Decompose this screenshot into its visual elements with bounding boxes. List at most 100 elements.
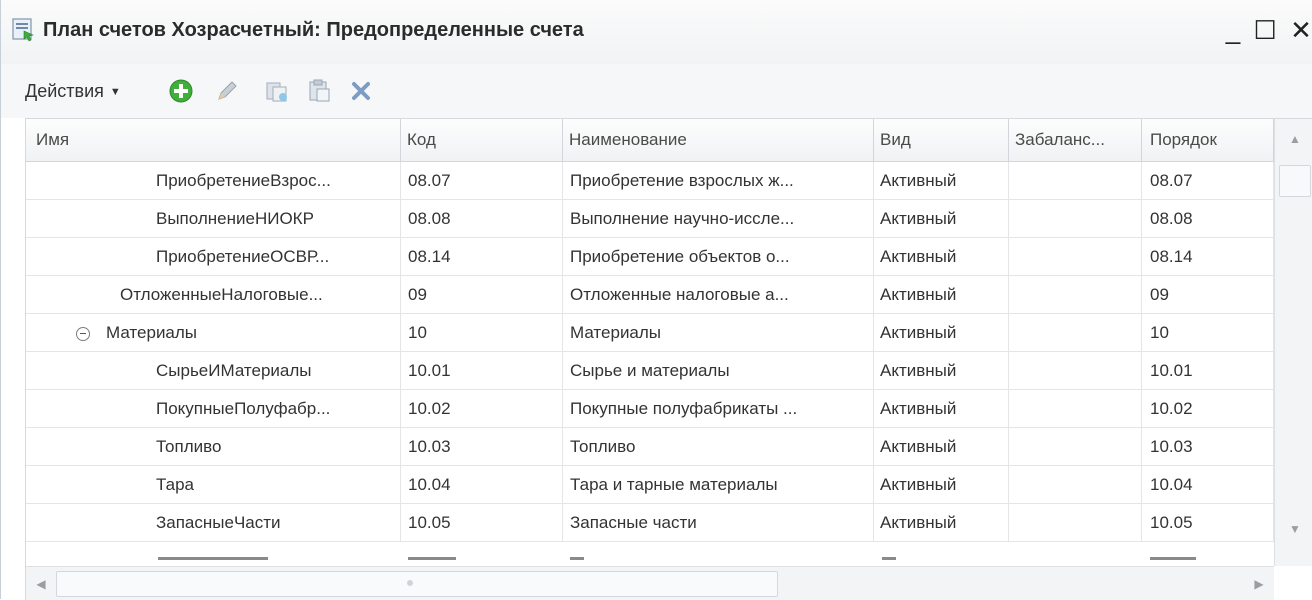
cell-off-balance [1009, 314, 1142, 351]
account-name: Топливо [156, 437, 222, 456]
scroll-right-icon[interactable]: ▶ [1244, 567, 1274, 600]
catalog-icon [12, 18, 34, 42]
copy-icon[interactable] [263, 77, 291, 105]
cell-kind: Активный [874, 428, 1009, 465]
table-row[interactable]: ВыполнениеНИОКР 08.08 Выполнение научно-ис… [26, 200, 1274, 238]
clipped-text [1150, 557, 1196, 560]
table-row[interactable]: ОтложенныеНалоговые... 09 Отложенные налог… [26, 276, 1274, 314]
account-name: ЗапасныеЧасти [156, 513, 281, 532]
table-row[interactable]: ЗапасныеЧасти 10.05 Запасные части Активный… [26, 504, 1274, 542]
cell-order: 10.01 [1142, 352, 1274, 389]
clipped-text [882, 557, 896, 560]
paste-icon[interactable] [305, 77, 333, 105]
table-header: Имя Код Наименование Вид Забаланс... Пор… [26, 119, 1312, 162]
column-header-order[interactable]: Порядок [1142, 119, 1274, 161]
cell-name: Топливо [26, 428, 401, 465]
column-header-off-balance[interactable]: Забаланс... [1009, 119, 1142, 161]
horizontal-scroll-thumb[interactable] [56, 571, 778, 597]
cell-kind: Активный [874, 466, 1009, 503]
vertical-scroll-thumb[interactable] [1279, 165, 1311, 197]
collapse-icon[interactable] [76, 326, 90, 341]
cell-off-balance [1009, 504, 1142, 541]
column-header-code[interactable]: Код [401, 119, 563, 161]
account-name: ПриобретениеОСВР... [156, 247, 330, 266]
table-row[interactable]: Топливо 10.03 Топливо Активный 10.03 [26, 428, 1274, 466]
cell-off-balance [1009, 276, 1142, 313]
table-row[interactable]: Тара 10.04 Тара и тарные материалы Активный… [26, 466, 1274, 504]
cell-name: ПриобретениеОСВР... [26, 238, 401, 275]
cell-name: ВыполнениеНИОКР [26, 200, 401, 237]
dropdown-arrow-icon: ▼ [109, 86, 121, 99]
cell-name: СырьеИМатериалы [26, 352, 401, 389]
account-name: ВыполнениеНИОКР [156, 209, 314, 228]
close-button[interactable]: ✕ [1283, 10, 1312, 50]
cell-kind: Активный [874, 314, 1009, 351]
cell-code: 08.07 [401, 162, 563, 199]
cell-name: Тара [26, 466, 401, 503]
minimize-button[interactable]: _ [1215, 10, 1251, 50]
cell-off-balance [1009, 238, 1142, 275]
maximize-button[interactable]: ☐ [1247, 10, 1283, 50]
column-header-title[interactable]: Наименование [563, 119, 874, 161]
window-title: План счетов Хозрасчетный: Предопределенн… [43, 19, 584, 41]
cell-order: 10.04 [1142, 466, 1274, 503]
table-row[interactable]: Материалы 10 Материалы Активный 10 [26, 314, 1274, 352]
cell-kind: Активный [874, 504, 1009, 541]
cell-off-balance [1009, 200, 1142, 237]
scroll-left-icon[interactable]: ◀ [26, 567, 56, 600]
grip-icon [407, 580, 413, 586]
clipped-text [158, 557, 268, 560]
partial-row [26, 543, 1274, 566]
cell-kind: Активный [874, 200, 1009, 237]
cell-order: 10.05 [1142, 504, 1274, 541]
cell-title: Приобретение объектов о... [563, 238, 874, 275]
account-name: Тара [156, 475, 194, 494]
cell-title: Тара и тарные материалы [563, 466, 874, 503]
table-row[interactable]: СырьеИМатериалы 10.01 Сырье и материалы Акт… [26, 352, 1274, 390]
cell-code: 10.04 [401, 466, 563, 503]
clipped-text [408, 557, 456, 560]
account-name: ПриобретениеВзрос... [156, 171, 331, 190]
cell-order: 10.03 [1142, 428, 1274, 465]
cell-code: 10.03 [401, 428, 563, 465]
table-row[interactable]: ПриобретениеОСВР... 08.14 Приобретение объ… [26, 238, 1274, 276]
scroll-up-icon[interactable]: ▲ [1275, 119, 1312, 159]
table-row[interactable]: ПокупныеПолуфабр... 10.02 Покупные полуфаб… [26, 390, 1274, 428]
cell-off-balance [1009, 428, 1142, 465]
cell-code: 10.01 [401, 352, 563, 389]
cell-title: Запасные части [563, 504, 874, 541]
cell-off-balance [1009, 162, 1142, 199]
title-bar[interactable]: План счетов Хозрасчетный: Предопределенн… [1, 0, 1312, 65]
edit-icon[interactable] [213, 77, 241, 105]
cell-order: 08.07 [1142, 162, 1274, 199]
delete-icon[interactable] [347, 77, 375, 105]
cell-name: ПокупныеПолуфабр... [26, 390, 401, 427]
cell-code: 10.05 [401, 504, 563, 541]
cell-title: Выполнение научно-иссле... [563, 200, 874, 237]
table-row[interactable]: ПриобретениеВзрос... 08.07 Приобретение вз… [26, 162, 1274, 200]
cell-kind: Активный [874, 162, 1009, 199]
cell-code: 10.02 [401, 390, 563, 427]
add-icon[interactable] [167, 77, 195, 105]
account-name: ОтложенныеНалоговые... [120, 285, 323, 304]
scroll-down-icon[interactable]: ▼ [1275, 509, 1312, 549]
cell-code: 10 [401, 314, 563, 351]
chart-of-accounts-window: План счетов Хозрасчетный: Предопределенн… [0, 0, 1312, 600]
cell-kind: Активный [874, 352, 1009, 389]
cell-kind: Активный [874, 276, 1009, 313]
vertical-scrollbar[interactable]: ▲ ▼ [1274, 119, 1312, 566]
clipped-text [570, 557, 584, 560]
cell-order: 08.08 [1142, 200, 1274, 237]
column-header-kind[interactable]: Вид [874, 119, 1009, 161]
actions-label: Действия [25, 81, 104, 101]
cell-code: 08.14 [401, 238, 563, 275]
account-name: ПокупныеПолуфабр... [156, 399, 331, 418]
cell-title: Материалы [563, 314, 874, 351]
column-header-name[interactable]: Имя [26, 119, 401, 161]
actions-menu[interactable]: Действия ▼ [25, 76, 121, 107]
horizontal-scrollbar[interactable]: ◀ ▶ [26, 566, 1274, 600]
cell-kind: Активный [874, 238, 1009, 275]
accounts-table: Имя Код Наименование Вид Забаланс... Пор… [25, 118, 1312, 600]
cell-name: ЗапасныеЧасти [26, 504, 401, 541]
cell-title: Топливо [563, 428, 874, 465]
